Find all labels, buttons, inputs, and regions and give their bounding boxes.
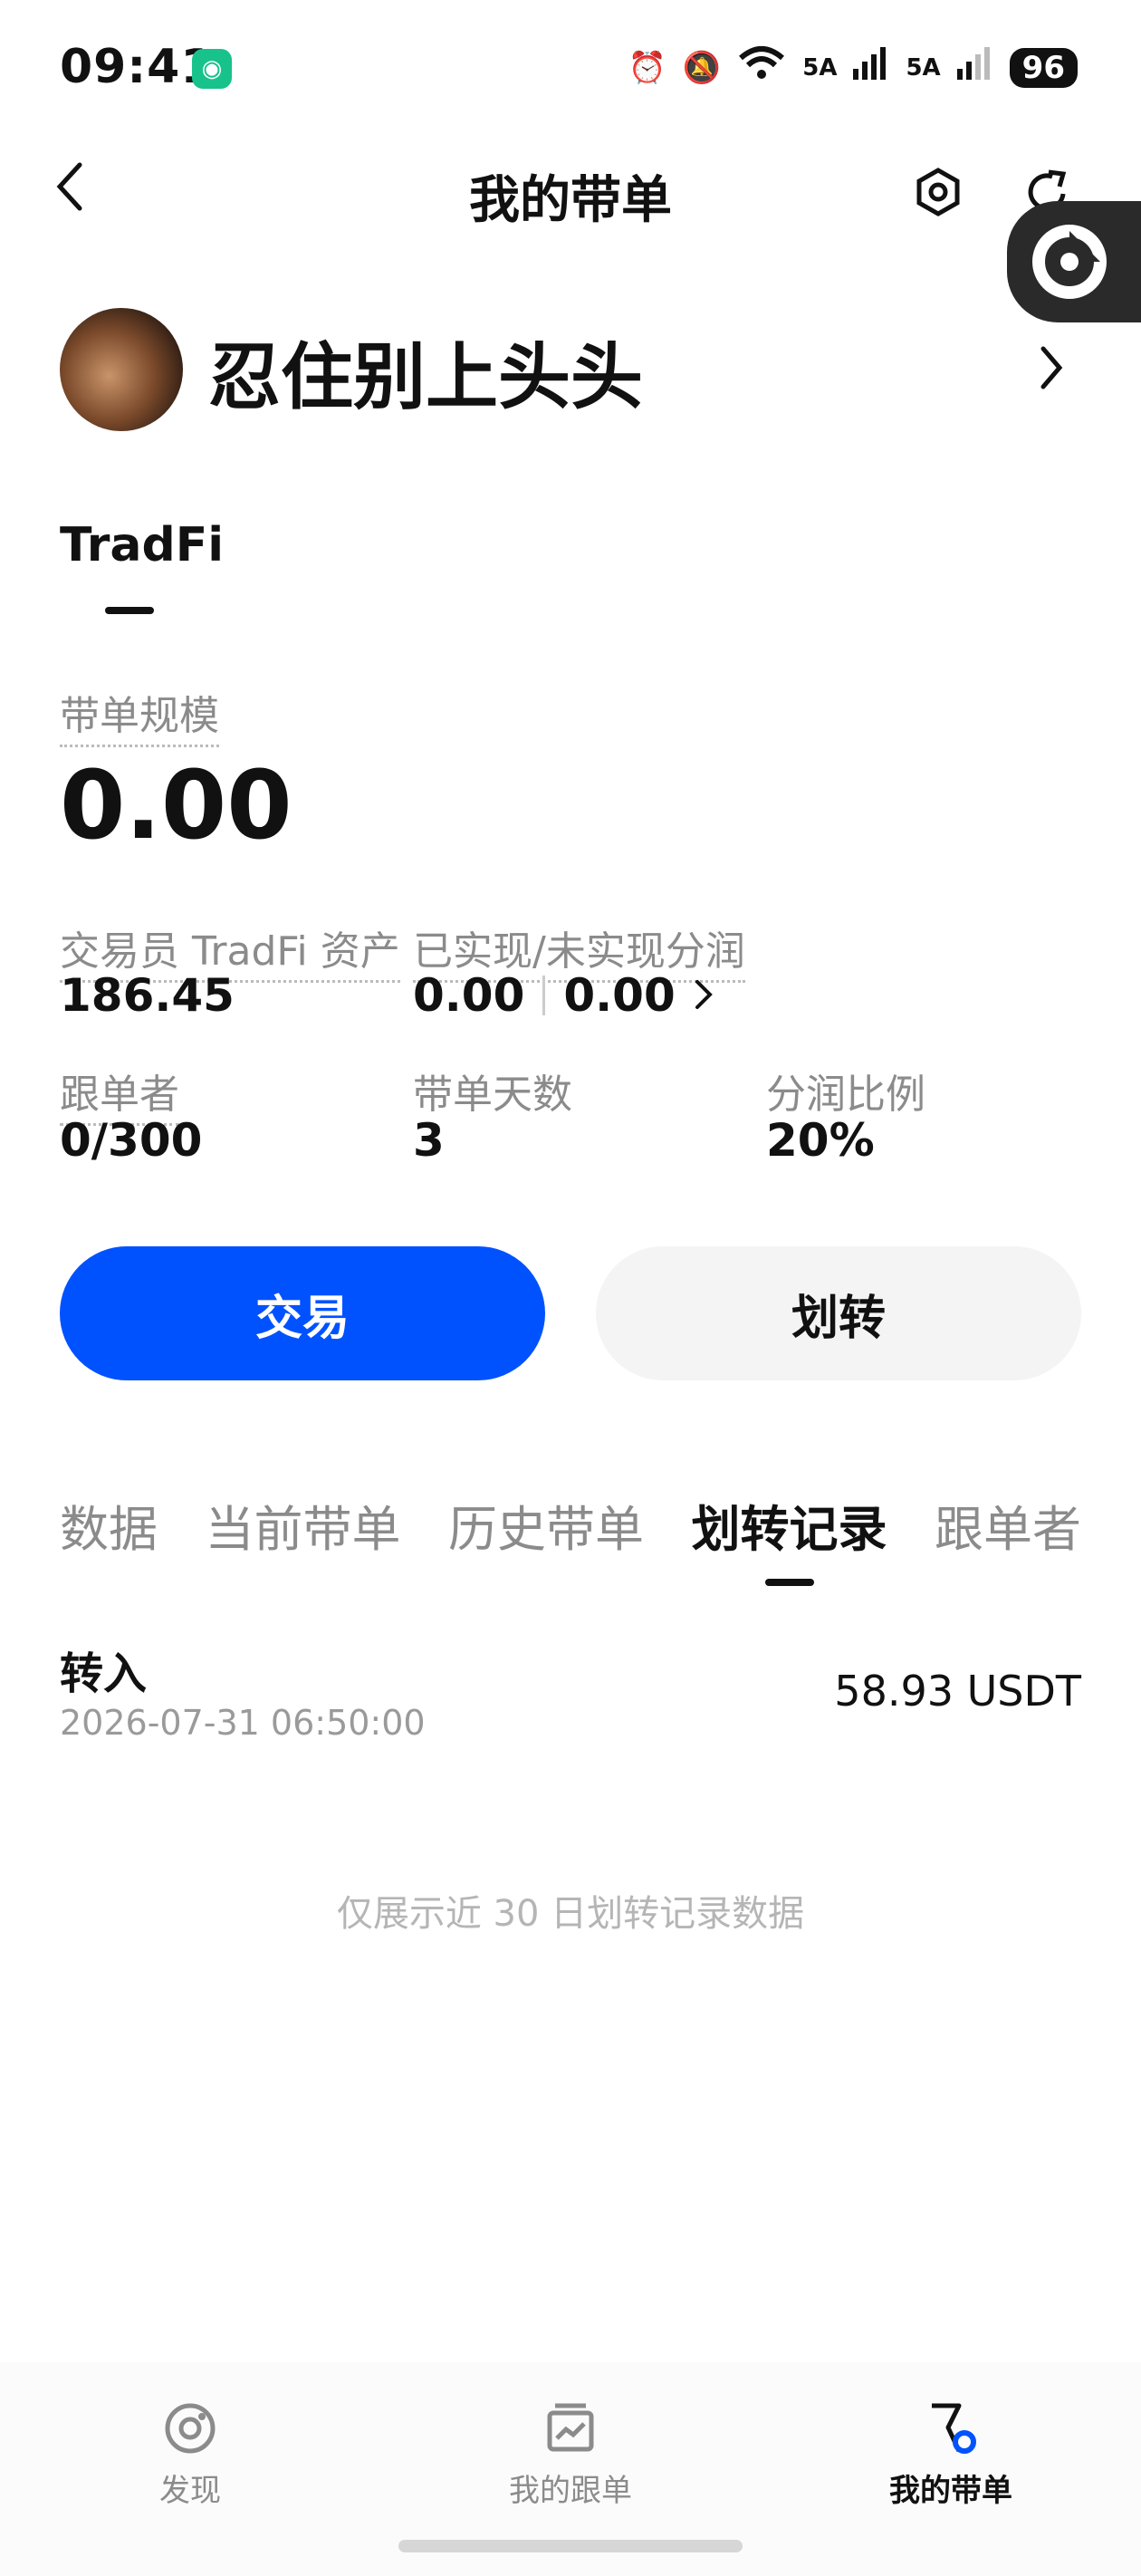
- signal-bars-icon-2: [956, 47, 993, 88]
- bottom-nav-label: 我的带单: [889, 2473, 1012, 2509]
- bottom-nav-my-lead[interactable]: 我的带单: [815, 2400, 1087, 2510]
- sub-tabs: 数据 当前带单 历史带单 划转记录 跟单者: [60, 1489, 1081, 1586]
- avatar[interactable]: [60, 308, 183, 431]
- signal-icon: 5A: [802, 53, 838, 82]
- realized-value: 0.00: [413, 969, 525, 1022]
- tab-data[interactable]: 数据: [60, 1489, 158, 1561]
- wifi-icon: [737, 45, 786, 90]
- tab-history-orders[interactable]: 历史带单: [448, 1489, 644, 1561]
- app-notification-icon: ◉: [192, 49, 232, 89]
- scale-label[interactable]: 带单规模: [60, 683, 219, 747]
- status-icons: ⏰ 🔕 5A 5A 96: [628, 45, 1078, 90]
- divider: [542, 976, 546, 1015]
- record-time: 2026-07-31 06:50:00: [60, 1703, 426, 1743]
- days-label: 带单天数: [413, 1072, 572, 1118]
- trade-button[interactable]: 交易: [60, 1246, 545, 1380]
- tab-followers[interactable]: 跟单者: [935, 1489, 1081, 1561]
- unrealized-value: 0.00: [563, 969, 676, 1022]
- mute-icon: 🔕: [682, 49, 722, 86]
- alarm-icon: ⏰: [628, 49, 666, 86]
- assets-value: 186.45: [60, 969, 235, 1022]
- battery-indicator: 96: [1009, 47, 1078, 88]
- days-value: 3: [413, 1114, 445, 1167]
- profile-name[interactable]: 忍住别上头头: [208, 319, 643, 424]
- signal-icon-2: 5A: [906, 53, 941, 82]
- followers-value: 0/300: [60, 1114, 203, 1167]
- signal-bars-icon: [853, 47, 889, 88]
- chart-icon: [542, 2400, 599, 2456]
- settings-icon[interactable]: [913, 167, 964, 217]
- tab-indicator: [105, 607, 154, 614]
- record-type: 转入: [60, 1648, 148, 1699]
- chevron-right-icon[interactable]: [694, 969, 714, 1022]
- tab-tradfi[interactable]: TradFi: [60, 518, 224, 572]
- share-label: 分润比例: [766, 1072, 925, 1118]
- back-button[interactable]: [53, 159, 89, 226]
- transfer-button[interactable]: 划转: [596, 1246, 1081, 1380]
- bottom-nav-label: 发现: [159, 2473, 221, 2509]
- bottom-nav-label: 我的跟单: [509, 2473, 632, 2509]
- bottom-nav-discover[interactable]: 发现: [54, 2400, 326, 2510]
- tab-current-orders[interactable]: 当前带单: [206, 1489, 401, 1561]
- status-time: 09:41: [60, 40, 215, 94]
- pnl-values[interactable]: 0.00 0.00: [413, 969, 714, 1022]
- tab-transfer-records[interactable]: 划转记录: [692, 1489, 887, 1586]
- flag-icon: [923, 2400, 979, 2456]
- floating-assistant-button[interactable]: [1007, 201, 1141, 322]
- discover-icon: [162, 2400, 218, 2456]
- share-value: 20%: [766, 1114, 875, 1167]
- bottom-nav-my-copy[interactable]: 我的跟单: [435, 2400, 706, 2510]
- records-note: 仅展示近 30 日划转记录数据: [336, 1893, 805, 1935]
- home-indicator: [398, 2540, 743, 2552]
- chevron-right-icon[interactable]: [1038, 341, 1065, 404]
- page-title: 我的带单: [469, 171, 672, 230]
- record-amount: 58.93 USDT: [834, 1667, 1081, 1716]
- scale-value: 0.00: [60, 750, 292, 860]
